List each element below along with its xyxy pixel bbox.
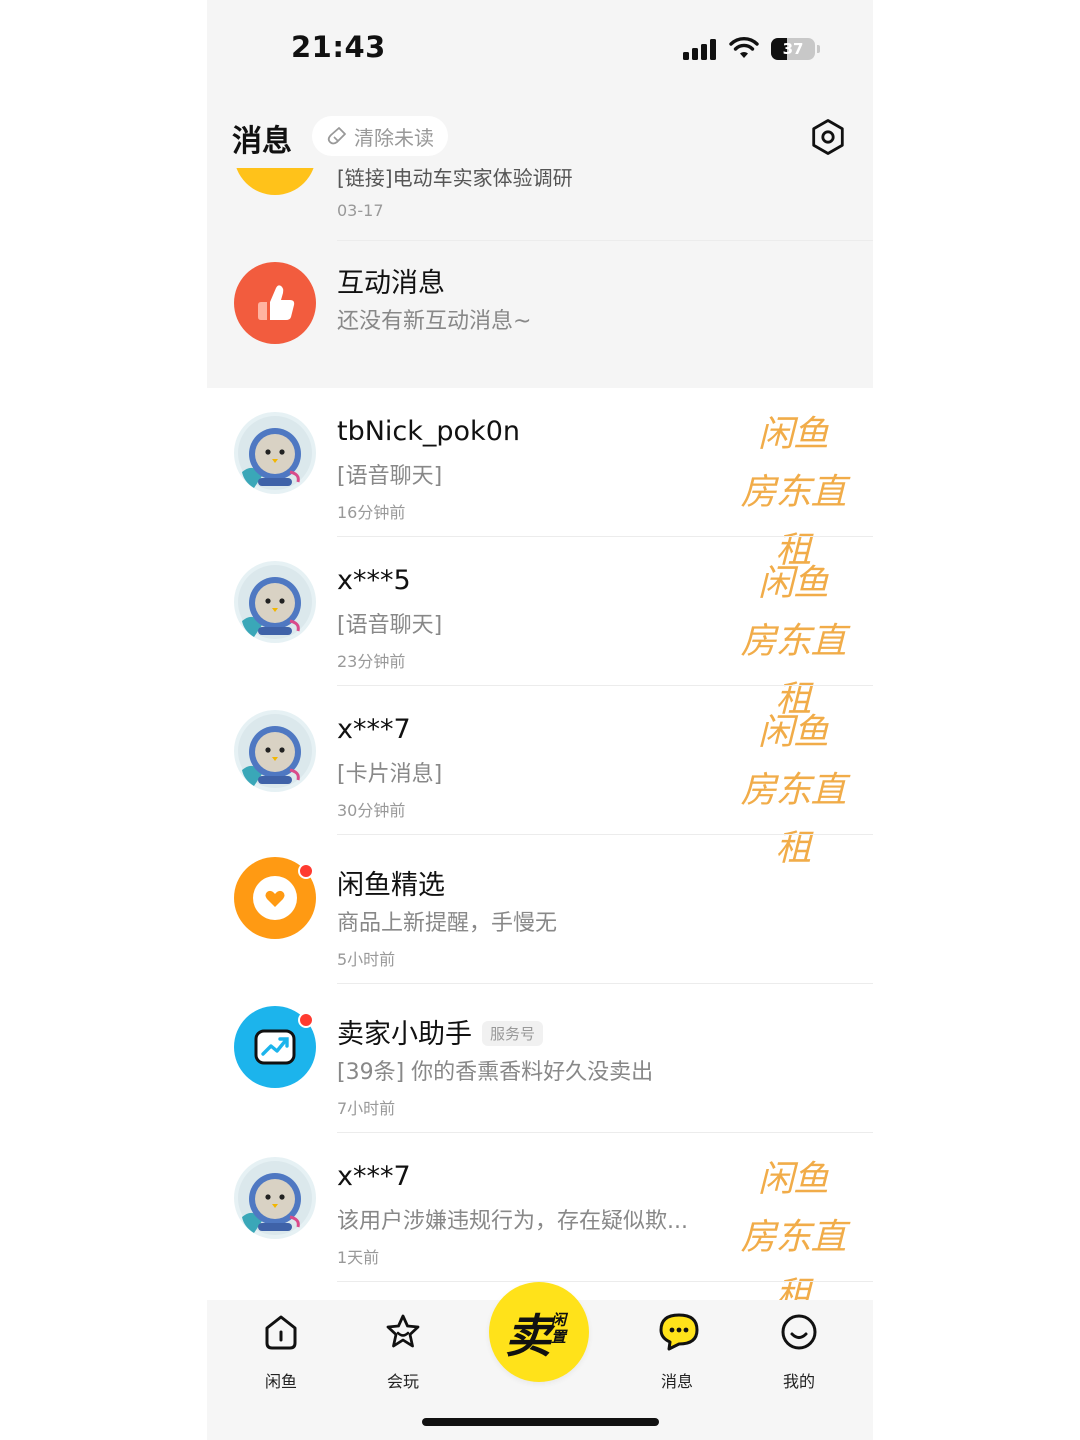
- contact-name: x***5: [337, 565, 411, 596]
- settings-icon[interactable]: [809, 118, 847, 156]
- watermark-line-1: 闲鱼: [757, 1159, 829, 1200]
- avatar: [234, 412, 316, 494]
- message-time: 7小时前: [337, 1099, 396, 1118]
- message-preview: [39条] 你的香熏香料好久没卖出: [337, 1060, 654, 1085]
- tab-xianyu[interactable]: 闲鱼: [241, 1310, 321, 1400]
- thumbs-up-icon: [258, 285, 295, 320]
- phone-screen: 21:43 37 消息 清除未读 [链接]电动车实家体验调研 03-17 互动消…: [207, 0, 873, 1440]
- message-preview: 商品上新提醒，手慢无: [337, 911, 558, 936]
- avatar: [234, 262, 316, 344]
- message-time: 16分钟前: [337, 503, 406, 522]
- tab-huiwan[interactable]: 会玩: [363, 1310, 443, 1400]
- star-face-icon: [386, 1314, 420, 1348]
- interaction-messages-row[interactable]: 互动消息 还没有新互动消息~: [207, 241, 873, 388]
- contact-name: tbNick_pok0n: [337, 416, 520, 447]
- broom-icon: [327, 127, 346, 145]
- tab-mine[interactable]: 我的: [759, 1310, 839, 1400]
- message-time: 23分钟前: [337, 652, 406, 671]
- seal-astronaut-icon: [238, 416, 312, 490]
- conversation-row[interactable]: x***7 [卡片消息] 30分钟前 闲鱼 房东直租: [207, 686, 873, 869]
- battery-icon: 37: [771, 38, 815, 60]
- contact-name: 卖家小助手: [337, 1019, 472, 1050]
- avatar: [234, 168, 316, 195]
- tab-label: 我的: [782, 1372, 815, 1391]
- conversation-row[interactable]: 闲鱼精选 商品上新提醒，手慢无 5小时前: [207, 835, 873, 984]
- conversation-row[interactable]: 卖家小助手 服务号 [39条] 你的香熏香料好久没卖出 7小时前: [207, 984, 873, 1133]
- battery-percent: 37: [782, 40, 804, 58]
- unread-dot: [298, 1012, 314, 1028]
- cellular-signal-icon: [683, 38, 719, 60]
- seal-astronaut-icon: [238, 1161, 312, 1235]
- avatar: [234, 710, 316, 792]
- service-badge: 服务号: [482, 1021, 544, 1046]
- avatar: [234, 1157, 316, 1239]
- divider: [337, 1281, 873, 1282]
- contact-name: 闲鱼精选: [337, 870, 445, 901]
- sell-sub-label: 闲置: [551, 1311, 567, 1346]
- smile-icon: [781, 1314, 817, 1350]
- watermark-line-1: 闲鱼: [757, 414, 829, 455]
- home-indicator[interactable]: [422, 1418, 659, 1426]
- tab-messages[interactable]: 消息: [637, 1310, 717, 1400]
- seal-astronaut-icon: [238, 714, 312, 788]
- tab-label: 闲鱼: [264, 1372, 297, 1391]
- message-preview: 还没有新互动消息~: [337, 309, 532, 334]
- seal-astronaut-icon: [238, 565, 312, 639]
- message-time: 5小时前: [337, 950, 396, 969]
- tab-label: 会玩: [386, 1372, 419, 1391]
- message-time: 03-17: [337, 201, 384, 220]
- sell-label: 卖: [505, 1309, 551, 1363]
- wifi-icon: [729, 37, 759, 58]
- message-title: [链接]电动车实家体验调研: [337, 168, 573, 190]
- home-icon: [265, 1315, 297, 1350]
- status-time: 21:43: [291, 30, 386, 64]
- list-item-partial[interactable]: [链接]电动车实家体验调研 03-17: [207, 168, 873, 241]
- watermark-line-1: 闲鱼: [757, 712, 829, 753]
- unread-dot: [298, 863, 314, 879]
- message-preview: [卡片消息]: [337, 762, 443, 787]
- status-bar: 21:43 37: [207, 0, 873, 100]
- system-messages-section: [链接]电动车实家体验调研 03-17 互动消息 还没有新互动消息~: [207, 168, 873, 388]
- conversation-row[interactable]: tbNick_pok0n [语音聊天] 16分钟前 闲鱼 房东直租: [207, 388, 873, 571]
- page-header: 消息 清除未读: [207, 100, 873, 168]
- contact-name-line: 卖家小助手 服务号: [337, 1012, 544, 1051]
- conversation-row[interactable]: x***5 [语音聊天] 23分钟前 闲鱼 房东直租: [207, 537, 873, 720]
- battery-tip: [817, 45, 820, 53]
- avatar: [234, 561, 316, 643]
- message-time: 30分钟前: [337, 801, 406, 820]
- contact-name: x***7: [337, 714, 411, 745]
- clear-unread-label: 清除未读: [354, 125, 434, 150]
- clear-unread-button[interactable]: 清除未读: [312, 116, 448, 156]
- message-title: 互动消息: [337, 268, 445, 299]
- message-preview: [语音聊天]: [337, 464, 443, 489]
- tab-label: 消息: [660, 1372, 693, 1391]
- message-preview: [语音聊天]: [337, 613, 443, 638]
- chat-bubble-icon: [659, 1313, 699, 1351]
- watermark-line-1: 闲鱼: [757, 563, 829, 604]
- watermark-image: 闲鱼 房东直租: [737, 1151, 849, 1325]
- sell-button[interactable]: 卖 闲置: [489, 1282, 589, 1382]
- message-time: 1天前: [337, 1248, 380, 1267]
- conversation-row[interactable]: x***7 该用户涉嫌违规行为，存在疑似欺... 1天前 闲鱼 房东直租: [207, 1133, 873, 1316]
- page-title: 消息: [232, 124, 292, 159]
- contact-name: x***7: [337, 1161, 411, 1192]
- message-preview: 该用户涉嫌违规行为，存在疑似欺...: [337, 1209, 688, 1234]
